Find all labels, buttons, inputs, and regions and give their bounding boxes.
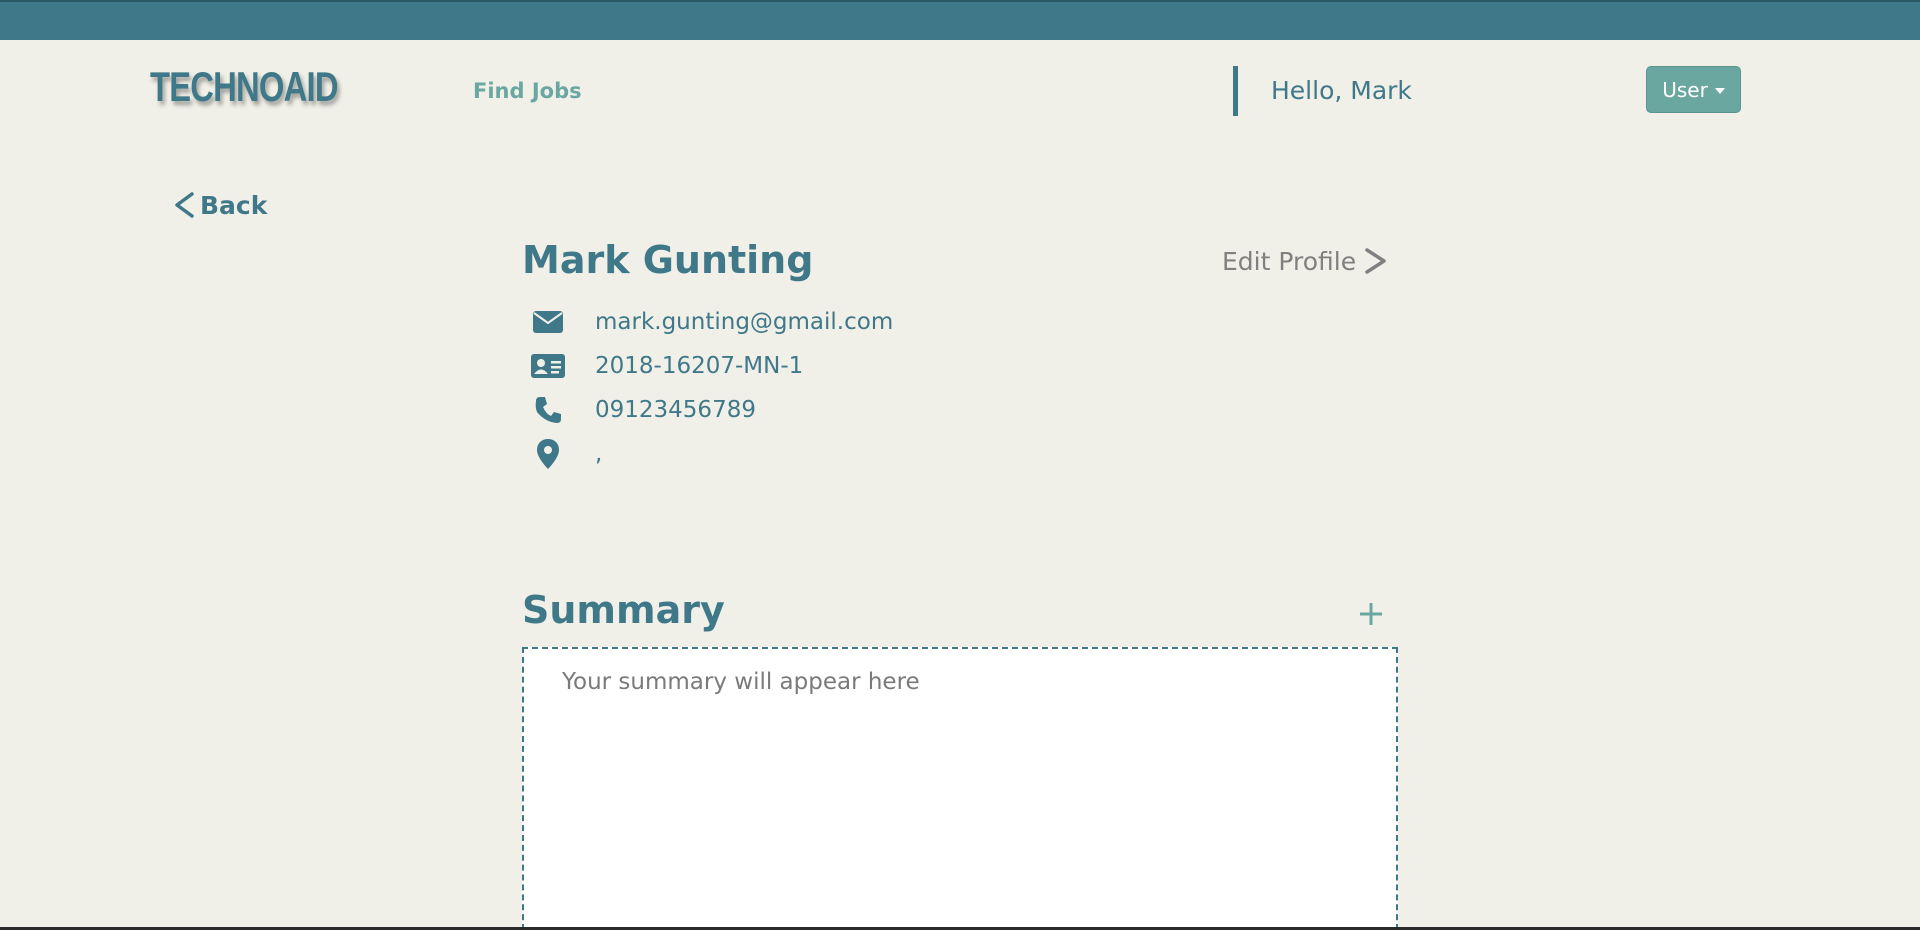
user-menu-button[interactable]: User (1646, 66, 1741, 113)
greeting-divider (1233, 66, 1238, 116)
brand-logo[interactable]: TECHNOAID (150, 66, 339, 108)
student-id-row: 2018-16207-MN-1 (530, 348, 803, 384)
greeting-text: Hello, Mark (1271, 76, 1412, 105)
edit-profile-link[interactable]: Edit Profile (1222, 246, 1390, 276)
chevron-right-icon (1365, 248, 1386, 274)
summary-placeholder: Your summary will appear here (562, 669, 920, 695)
edit-profile-label: Edit Profile (1222, 246, 1357, 276)
location-row: , (530, 436, 602, 472)
location-pin-icon (530, 436, 566, 472)
summary-heading: Summary (522, 588, 725, 632)
top-bar (0, 0, 1920, 40)
back-label: Back (200, 190, 268, 220)
envelope-icon (530, 304, 566, 340)
location-value: , (595, 441, 603, 467)
phone-row: 09123456789 (530, 392, 756, 428)
plus-icon (1360, 603, 1382, 625)
caret-down-icon (1714, 87, 1725, 94)
id-card-icon (530, 348, 566, 384)
phone-icon (530, 392, 566, 428)
user-menu-label: User (1662, 77, 1708, 102)
summary-box: Your summary will appear here (522, 647, 1398, 930)
chevron-left-icon (175, 192, 194, 218)
email-row: mark.gunting@gmail.com (530, 304, 893, 340)
email-value: mark.gunting@gmail.com (595, 309, 894, 335)
student-id-value: 2018-16207-MN-1 (595, 353, 804, 379)
phone-value: 09123456789 (595, 397, 756, 423)
back-button[interactable]: Back (172, 190, 267, 220)
profile-name: Mark Gunting (522, 238, 814, 282)
nav-find-jobs[interactable]: Find Jobs (473, 79, 582, 103)
add-summary-button[interactable] (1355, 598, 1387, 630)
